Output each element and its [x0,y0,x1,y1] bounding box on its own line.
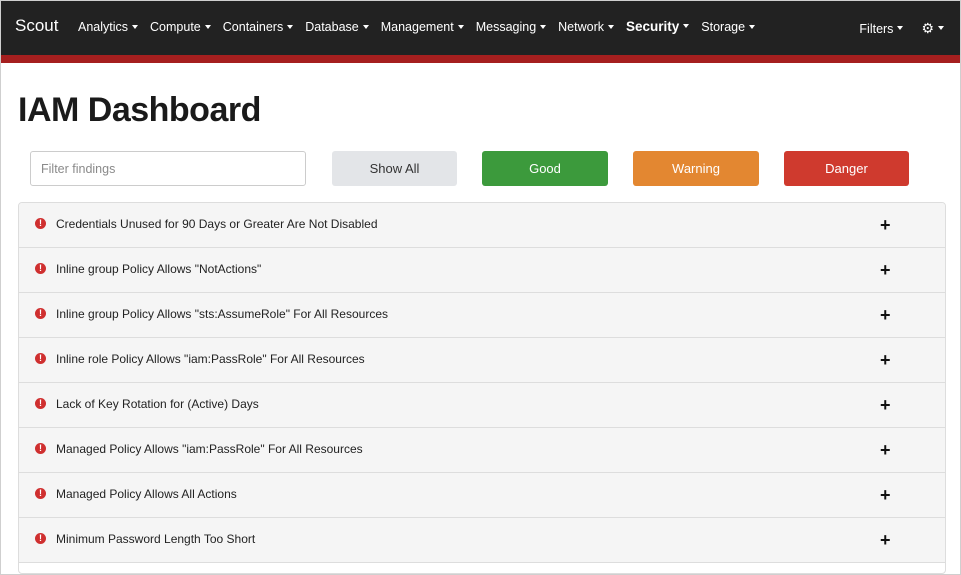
settings-menu[interactable]: ⚙ [921,20,944,37]
chevron-down-icon [287,24,294,29]
finding-label: Managed Policy Allows "iam:PassRole" For… [56,442,363,456]
finding-label: Inline group Policy Allows "NotActions" [56,262,262,276]
finding-row[interactable]: ! Inline group Policy Allows "sts:Assume… [19,293,945,338]
app-window: Scout Analytics Compute Containers Datab… [0,0,961,575]
nav-item-containers[interactable]: Containers [223,20,294,34]
expand-icon[interactable]: + [880,350,891,371]
danger-icon: ! [35,398,46,409]
nav-item-compute[interactable]: Compute [150,20,211,34]
danger-icon: ! [35,218,46,229]
chevron-down-icon [204,24,211,29]
nav-item-messaging[interactable]: Messaging [476,20,547,34]
nav-item-security[interactable]: Security [626,19,690,34]
expand-icon[interactable]: + [880,395,891,416]
good-filter-button[interactable]: Good [482,151,608,186]
chevron-down-icon [540,24,547,29]
finding-row[interactable]: ! Credentials Unused for 90 Days or Grea… [19,203,945,248]
finding-row[interactable]: ! Managed Policy Allows All Actions + [19,473,945,518]
brand-logo[interactable]: Scout [15,16,58,36]
gear-icon: ⚙ [921,20,934,36]
chevron-down-icon [897,26,904,31]
finding-row[interactable]: ! Inline group Policy Allows "NotActions… [19,248,945,293]
chevron-down-icon [683,24,690,29]
chevron-down-icon [938,26,944,31]
danger-filter-button[interactable]: Danger [784,151,909,186]
nav-right: Filters ⚙ [859,20,944,37]
finding-label: Credentials Unused for 90 Days or Greate… [56,217,378,231]
top-navbar: Scout Analytics Compute Containers Datab… [1,1,960,63]
danger-icon: ! [35,488,46,499]
danger-icon: ! [35,443,46,454]
finding-row[interactable]: ! Inline role Policy Allows "iam:PassRol… [19,338,945,383]
warning-filter-button[interactable]: Warning [633,151,759,186]
finding-label: Minimum Password Length Too Short [56,532,256,546]
finding-label: Inline group Policy Allows "sts:AssumeRo… [56,307,388,321]
finding-label: Lack of Key Rotation for (Active) Days [56,397,259,411]
filter-findings-input[interactable] [30,151,306,186]
page-title: IAM Dashboard [18,91,261,129]
chevron-down-icon [457,24,464,29]
findings-list: ! Credentials Unused for 90 Days or Grea… [18,202,946,574]
danger-icon: ! [35,353,46,364]
chevron-down-icon [132,24,139,29]
expand-icon[interactable]: + [880,485,891,506]
expand-icon[interactable]: + [880,440,891,461]
nav-item-network[interactable]: Network [558,20,614,34]
filters-menu[interactable]: Filters [859,22,904,36]
finding-row[interactable]: ! Lack of Key Rotation for (Active) Days… [19,383,945,428]
expand-icon[interactable]: + [880,530,891,551]
expand-icon[interactable]: + [880,260,891,281]
expand-icon[interactable]: + [880,215,891,236]
danger-icon: ! [35,533,46,544]
chevron-down-icon [608,24,614,29]
nav-item-management[interactable]: Management [381,20,464,34]
finding-label: Inline role Policy Allows "iam:PassRole"… [56,352,365,366]
nav-item-database[interactable]: Database [305,20,369,34]
nav-item-analytics[interactable]: Analytics [78,20,139,34]
danger-icon: ! [35,263,46,274]
finding-row[interactable]: ! Minimum Password Length Too Short + [19,518,945,563]
chevron-down-icon [749,24,756,29]
expand-icon[interactable]: + [880,305,891,326]
nav-item-storage[interactable]: Storage [701,20,756,34]
show-all-button[interactable]: Show All [332,151,457,186]
danger-icon: ! [35,308,46,319]
chevron-down-icon [362,24,369,29]
finding-label: Managed Policy Allows All Actions [56,487,237,501]
nav-menu: Analytics Compute Containers Database Ma… [78,19,767,34]
finding-row[interactable]: ! Managed Policy Allows "iam:PassRole" F… [19,428,945,473]
